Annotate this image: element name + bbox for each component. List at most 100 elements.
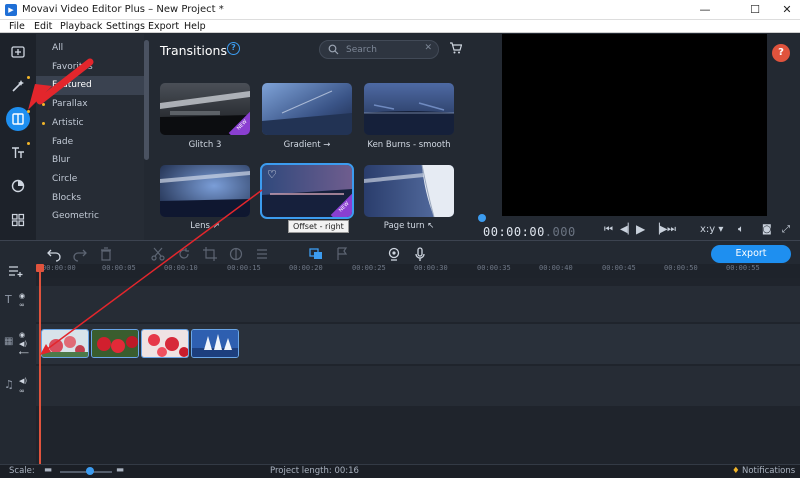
category-parallax[interactable]: Parallax [36,95,144,114]
step-back-icon[interactable]: ◀▏ [620,224,635,235]
text-track[interactable] [36,286,800,322]
link-icon[interactable]: ⟵ [19,349,29,357]
link-icon[interactable]: ∞ [19,301,25,309]
menu-bar: File Edit Playback Settings Export Help [0,20,800,33]
volume-icon[interactable]: ◀) [19,340,27,348]
menu-export[interactable]: Export [148,20,179,33]
video-clip[interactable] [191,329,239,358]
category-circle[interactable]: Circle [36,170,144,189]
maximize-button[interactable]: ☐ [740,2,770,18]
category-blocks[interactable]: Blocks [36,189,144,208]
audio-track-icon: ♫ [4,378,14,391]
help-icon[interactable]: ? [227,42,240,55]
category-fade[interactable]: Fade [36,133,144,152]
more-tools-icon[interactable] [6,208,30,232]
category-all[interactable]: All [36,39,144,58]
record-webcam-icon[interactable] [386,246,402,262]
category-featured[interactable]: Featured [36,76,144,96]
rotate-icon[interactable] [176,246,192,262]
menu-help[interactable]: Help [184,20,206,33]
transition-tile-gradient[interactable] [262,83,352,135]
favorite-heart-icon[interactable]: ♡ [267,168,277,181]
lens-thumbnail [160,165,250,217]
play-icon[interactable]: ▶ [636,222,645,236]
add-track-icon[interactable] [8,265,24,277]
timeline-ruler[interactable]: 00:00:00 00:00:05 00:00:10 00:00:15 00:0… [36,264,800,278]
properties-icon[interactable] [254,246,270,262]
search-input[interactable] [346,44,418,55]
category-scrollbar[interactable] [144,40,149,160]
clear-search-icon[interactable]: ✕ [424,43,432,53]
menu-settings[interactable]: Settings [106,20,145,33]
overlay-icon[interactable] [308,246,324,262]
video-clip[interactable] [41,329,89,358]
video-clip[interactable] [141,329,189,358]
tile-label: Lens ↗ [190,221,220,231]
transition-tile-glitch-3[interactable]: NEW [160,83,250,135]
category-blur[interactable]: Blur [36,151,144,170]
clip-thumbnail [92,330,138,357]
crop-icon[interactable] [202,246,218,262]
video-track-icon: ▦ [4,336,14,347]
menu-edit[interactable]: Edit [34,20,52,33]
zoom-slider-knob[interactable] [86,467,94,475]
delete-icon[interactable] [98,246,114,262]
new-indicator-dot [42,121,45,125]
scrub-handle[interactable] [478,214,486,222]
aspect-label: x:y [700,224,716,235]
zoom-out-icon[interactable]: ▬ [44,465,52,475]
search-icon [328,44,339,55]
category-label: Fade [52,136,74,147]
menu-file[interactable]: File [9,20,25,33]
snapshot-camera-icon[interactable]: ◙ [762,224,772,235]
aspect-ratio-select[interactable]: x:y ▾ [700,224,723,235]
cut-icon[interactable] [150,246,166,262]
visibility-eye-icon[interactable]: ◉ [19,331,25,339]
export-button[interactable]: Export [711,245,791,263]
page-turn-thumbnail [364,165,454,217]
audio-track[interactable] [36,366,800,406]
volume-icon[interactable]: ◀) [19,377,27,385]
preview-screen[interactable] [502,34,767,216]
step-forward-icon[interactable]: ▕▶ [652,224,667,235]
search-box[interactable]: ✕ [319,40,439,59]
microphone-icon[interactable] [412,246,428,262]
ruler-tick: 00:00:55 [726,264,760,272]
color-adjust-icon[interactable] [228,246,244,262]
category-artistic[interactable]: Artistic [36,114,144,133]
close-button[interactable]: ✕ [772,2,800,18]
help-question-icon[interactable]: ? [772,44,790,62]
marker-flag-icon[interactable] [334,246,350,262]
timeline[interactable]: T ◉ ∞ ▦ ◉ ◀) ⟵ ♫ ◀) ∞ [0,278,800,464]
panel-title: Transitions [160,43,227,58]
transition-tile-offset-right[interactable]: ♡ NEW [260,163,354,219]
transition-tile-lens[interactable] [160,165,250,217]
transition-tile-page-turn[interactable] [364,165,454,217]
visibility-eye-icon[interactable]: ◉ [19,292,25,300]
video-clip[interactable] [91,329,139,358]
menu-playback[interactable]: Playback [60,20,102,33]
volume-icon[interactable]: 🔈︎ [738,224,744,235]
skip-to-start-icon[interactable]: ⏮ [604,224,613,235]
category-label: Geometric [52,211,99,222]
undo-icon[interactable] [46,246,62,262]
category-favorites[interactable]: Favorites [36,58,144,77]
fullscreen-icon[interactable]: ⤢ [782,224,790,235]
playhead[interactable] [39,266,41,464]
notifications-link[interactable]: Notifications [742,466,795,476]
import-icon[interactable] [6,40,30,64]
redo-icon[interactable] [72,246,88,262]
titles-icon[interactable] [6,141,30,165]
status-bar: Scale: ▬ ▬ Project length: 00:16 ♦ Notif… [0,464,800,478]
minimize-button[interactable]: — [690,2,720,18]
category-label: Circle [52,173,78,184]
filters-icon[interactable] [6,174,30,198]
skip-to-end-icon[interactable]: ⏭ [667,224,676,235]
new-indicator-dot [27,110,30,113]
category-geometric[interactable]: Geometric [36,207,144,226]
transition-tile-ken-burns-smooth[interactable] [364,83,454,135]
store-cart-icon[interactable] [449,42,462,54]
link-icon[interactable]: ∞ [19,387,25,395]
zoom-in-icon[interactable]: ▬ [116,465,124,475]
notification-bell-icon[interactable]: ♦ [732,466,740,476]
